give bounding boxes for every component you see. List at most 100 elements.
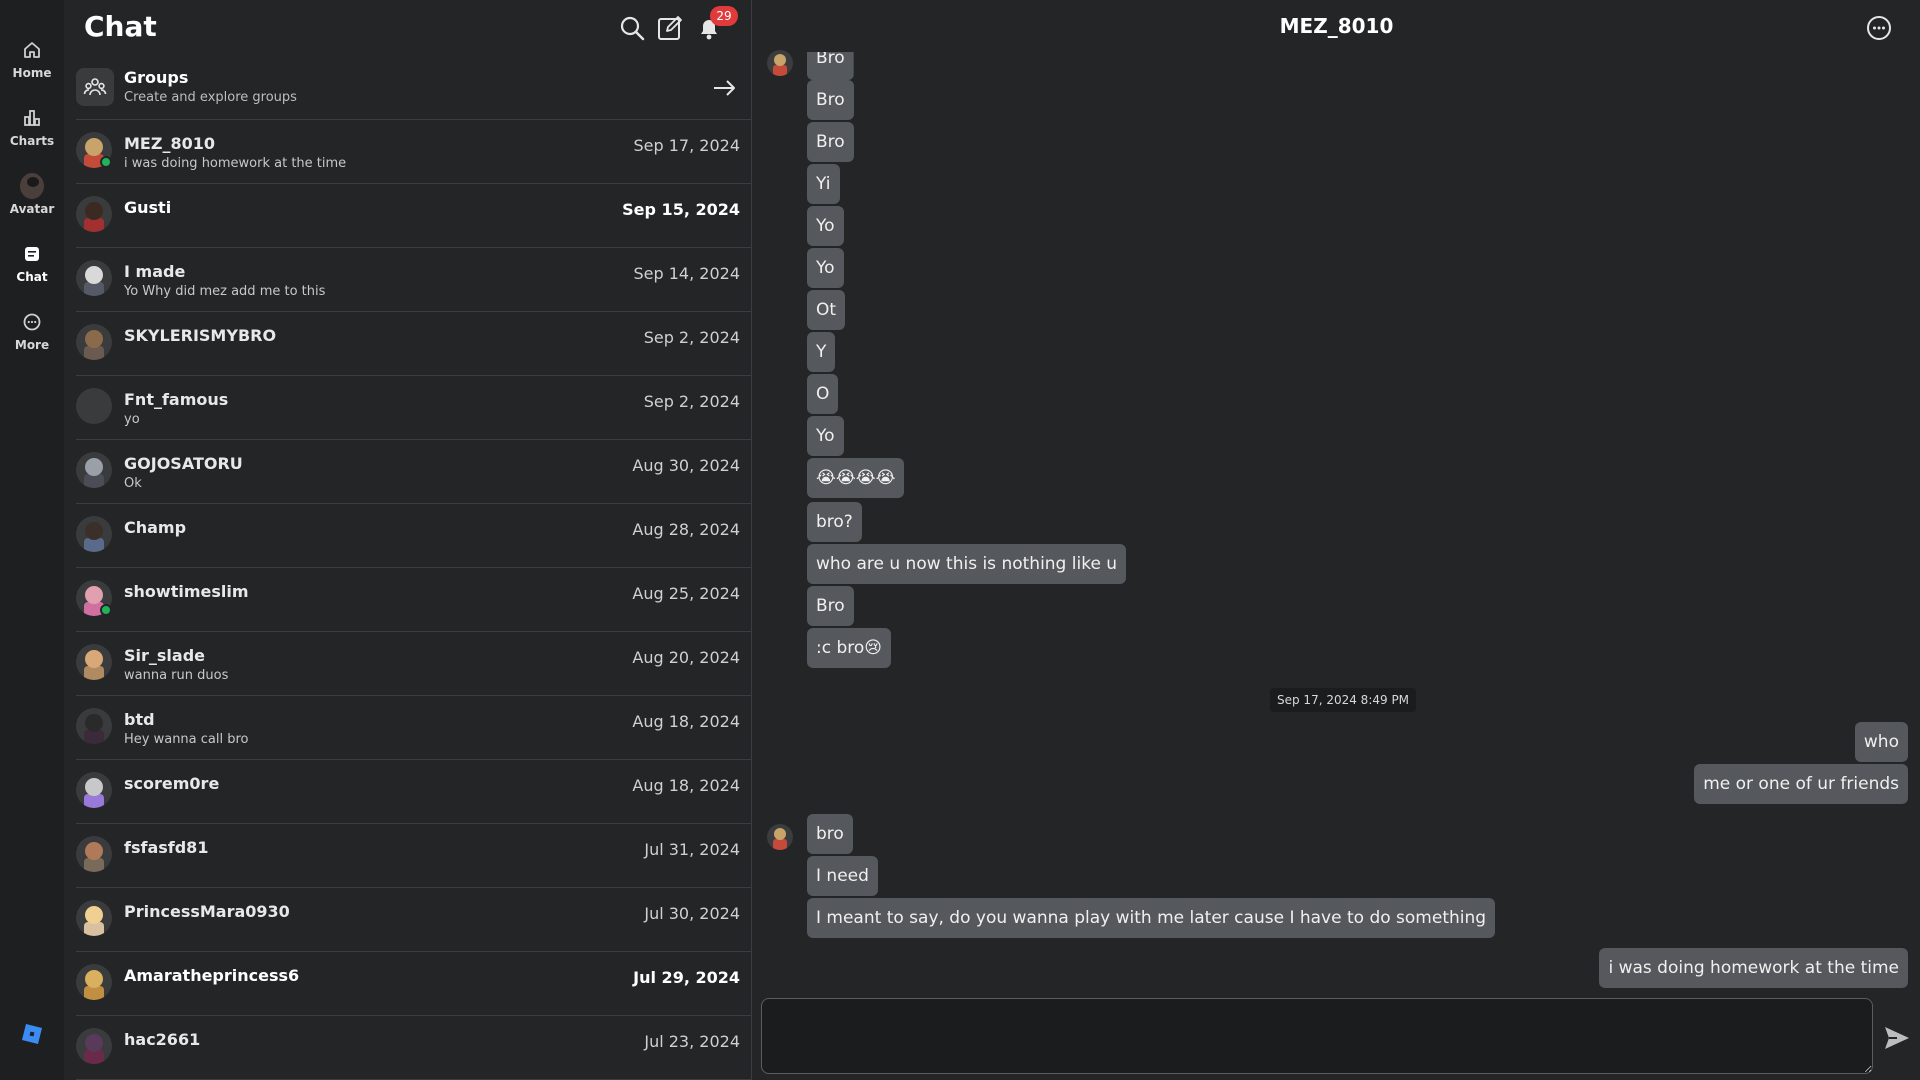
conversation-name: SKYLERISMYBRO [124, 326, 277, 345]
conversation-date: Sep 2, 2024 [643, 328, 740, 347]
chat-list-header: Chat 29 [64, 0, 752, 56]
conversation-row[interactable]: MEZ_8010 i was doing homework at the time… [76, 120, 752, 184]
conversation-name: showtimeslim [124, 582, 249, 601]
message-bubble-incoming[interactable]: Bro [807, 586, 854, 626]
message-bubble-incoming[interactable]: :c bro😢 [807, 628, 892, 668]
nav-chat[interactable]: Chat [0, 236, 64, 296]
message-bubble-incoming[interactable]: 😭😭😭😭 [807, 458, 905, 498]
conversation-row[interactable]: Fnt_famous yo Sep 2, 2024 [76, 376, 752, 440]
conversation-date: Aug 18, 2024 [632, 776, 740, 795]
conversation-name: I made [124, 262, 186, 281]
message-bubble-incoming[interactable]: I meant to say, do you wanna play with m… [807, 898, 1496, 938]
message-bubble-incoming[interactable]: Yo [807, 206, 844, 246]
online-status-dot [100, 604, 112, 616]
conversation-date: Aug 28, 2024 [632, 520, 740, 539]
conversation-date: Sep 17, 2024 [633, 136, 741, 155]
conversation-date: Aug 18, 2024 [632, 712, 740, 731]
conversation-name: btd [124, 710, 155, 729]
avatar [76, 388, 112, 424]
conversation-name: MEZ_8010 [124, 134, 215, 153]
conversation-row[interactable]: Champ Aug 28, 2024 [76, 504, 752, 568]
message-bubble-incoming[interactable]: O [807, 374, 839, 414]
avatar [76, 1028, 112, 1064]
avatar [76, 644, 112, 680]
conversation-name: Gusti [124, 198, 172, 217]
message-bubble-incoming[interactable]: Yo [807, 248, 844, 288]
nav-more[interactable]: More [0, 304, 64, 364]
conversation-row[interactable]: fsfasfd81 Jul 31, 2024 [76, 824, 752, 888]
conversation-row[interactable]: scorem0re Aug 18, 2024 [76, 760, 752, 824]
roblox-logo-icon[interactable] [20, 1022, 44, 1046]
arrow-right-icon[interactable] [710, 74, 738, 102]
conversation-name: PrincessMara0930 [124, 902, 290, 921]
conversation-date: Jul 29, 2024 [633, 968, 740, 987]
conversation-date: Sep 15, 2024 [622, 200, 740, 219]
message-bubble-incoming[interactable]: Yi [807, 164, 840, 204]
conversation-date: Sep 2, 2024 [643, 392, 740, 411]
avatar [76, 196, 112, 232]
conversation-date: Sep 14, 2024 [633, 264, 741, 283]
conversation-row[interactable]: hac2661 Jul 23, 2024 [76, 1016, 752, 1080]
avatar-icon [20, 173, 44, 199]
conversation-preview: Yo Why did mez add me to this [124, 284, 326, 299]
message-bubble-incoming[interactable]: Bro [807, 52, 854, 80]
conversation-name: hac2661 [124, 1030, 201, 1049]
message-bubble-incoming[interactable]: bro? [807, 502, 862, 542]
avatar [76, 900, 112, 936]
conversation-row[interactable]: I made Yo Why did mez add me to this Sep 1… [76, 248, 752, 312]
nav-home-label: Home [12, 66, 52, 80]
send-icon[interactable] [1883, 1024, 1911, 1052]
conversation-row[interactable]: Sir_slade wanna run duos Aug 20, 2024 [76, 632, 752, 696]
conversation-name: Champ [124, 518, 187, 537]
nav-charts-label: Charts [9, 134, 55, 148]
avatar [76, 964, 112, 1000]
conversation-row[interactable]: GOJOSATORU Ok Aug 30, 2024 [76, 440, 752, 504]
conversation-preview: wanna run duos [124, 668, 229, 683]
groups-row[interactable]: Groups Create and explore groups [76, 62, 752, 120]
more-options-icon[interactable] [1865, 14, 1893, 42]
message-input[interactable] [761, 998, 1873, 1074]
sender-avatar[interactable] [767, 50, 793, 76]
message-bubble-incoming[interactable]: Ot [807, 290, 846, 330]
nav-more-label: More [14, 338, 50, 352]
conversation-row[interactable]: PrincessMara0930 Jul 30, 2024 [76, 888, 752, 952]
conversation-name: Sir_slade [124, 646, 206, 665]
message-bubble-incoming[interactable]: Yo [807, 416, 844, 456]
message-bubble-incoming[interactable]: Y [807, 332, 836, 372]
conversation-row[interactable]: SKYLERISMYBRO Sep 2, 2024 [76, 312, 752, 376]
avatar [76, 324, 112, 360]
nav-charts[interactable]: Charts [0, 100, 64, 160]
message-bubble-incoming[interactable]: Bro [807, 122, 854, 162]
compose-icon[interactable] [656, 14, 684, 42]
home-icon [20, 38, 44, 62]
conversation-row[interactable]: Amaratheprincess6 Jul 29, 2024 [76, 952, 752, 1016]
message-bubble-incoming[interactable]: I need [807, 856, 878, 896]
avatar [76, 836, 112, 872]
page-title: Chat [84, 10, 157, 43]
more-circle-icon [20, 310, 44, 334]
conversation-preview: yo [124, 412, 140, 427]
notification-badge: 29 [710, 6, 738, 26]
message-bubble-incoming[interactable]: Bro [807, 80, 854, 120]
avatar [76, 772, 112, 808]
chat-icon [20, 242, 44, 266]
conversation-panel: MEZ_8010 Bro Bro Bro Yi Yo Yo Ot Y O Yo 😭😭😭😭 bro? wh… [753, 0, 1920, 1080]
conversation-row[interactable]: showtimeslim Aug 25, 2024 [76, 568, 752, 632]
conversation-name: fsfasfd81 [124, 838, 209, 857]
nav-home[interactable]: Home [0, 32, 64, 92]
nav-avatar[interactable]: Avatar [0, 168, 64, 228]
conversation-row[interactable]: Gusti Sep 15, 2024 [76, 184, 752, 248]
sender-avatar[interactable] [767, 824, 793, 850]
conversation-date: Jul 30, 2024 [644, 904, 740, 923]
conversation-title: MEZ_8010 [1279, 14, 1394, 38]
message-bubble-outgoing[interactable]: who [1854, 722, 1908, 762]
search-icon[interactable] [618, 14, 646, 42]
message-bubble-outgoing[interactable]: i was doing homework at the time [1599, 948, 1908, 988]
nav-chat-label: Chat [16, 270, 48, 284]
message-bubble-incoming[interactable]: bro [807, 814, 853, 854]
conversation-row[interactable]: btd Hey wanna call bro Aug 18, 2024 [76, 696, 752, 760]
message-bubble-incoming[interactable]: who are u now this is nothing like u [807, 544, 1127, 584]
message-bubble-outgoing[interactable]: me or one of ur friends [1694, 764, 1908, 804]
left-nav: Home Charts Avatar Chat More [0, 0, 64, 1080]
groups-title: Groups [124, 68, 189, 87]
